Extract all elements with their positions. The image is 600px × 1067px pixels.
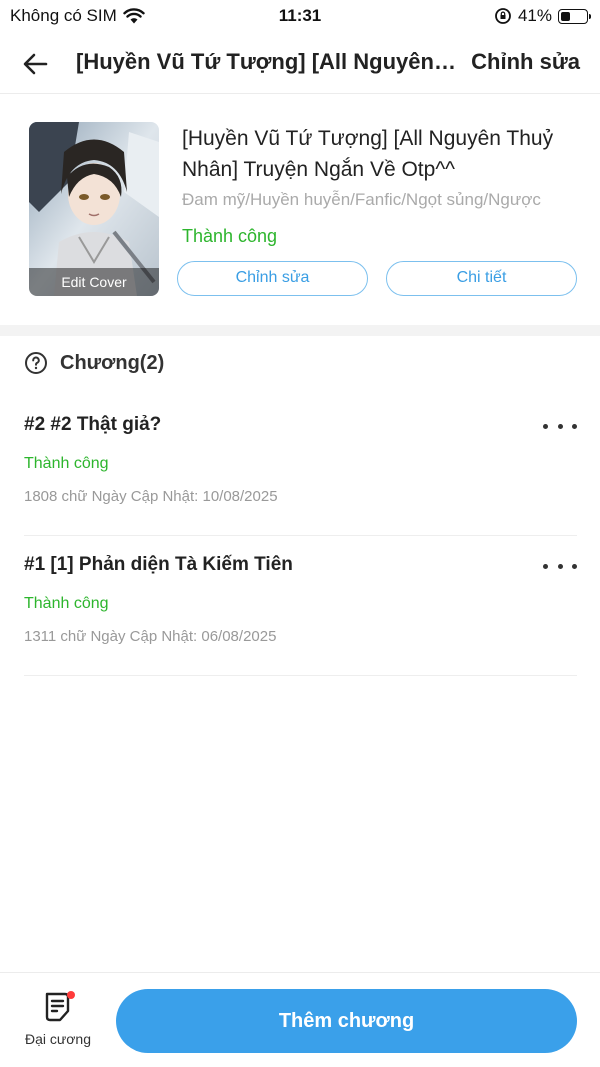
section-divider <box>0 325 600 336</box>
more-options-icon[interactable] <box>543 416 577 436</box>
add-chapter-button[interactable]: Thêm chương <box>116 989 577 1053</box>
more-options-icon[interactable] <box>543 556 577 576</box>
chapter-meta: 1808 chữ Ngày Cập Nhật: 10/08/2025 <box>24 488 278 505</box>
back-button[interactable] <box>20 48 52 80</box>
chapter-status: Thành công <box>24 595 109 612</box>
outline-label: Đại cương <box>24 1031 92 1047</box>
notification-dot <box>67 991 75 999</box>
status-right: 41% <box>494 6 591 26</box>
outline-button[interactable]: Đại cương <box>20 991 96 1047</box>
chapter-title: #1 [1] Phản diện Tà Kiếm Tiên <box>24 554 293 575</box>
status-bar: Không có SIM 11:31 41% <box>0 0 600 34</box>
outline-icon-wrap <box>43 991 75 1023</box>
nav-bar: [Huyền Vũ Tứ Tượng] [All Nguyên Thuỷ Nhâ… <box>0 34 600 94</box>
chapter-meta: 1311 chữ Ngày Cập Nhật: 06/08/2025 <box>24 628 277 645</box>
chapter-status: Thành công <box>24 455 109 472</box>
chapters-header: Chương(2) <box>24 351 164 375</box>
chapters-count: Chương(2) <box>60 351 165 374</box>
book-status: Thành công <box>182 226 278 246</box>
bottom-bar: Đại cương Thêm chương <box>0 972 600 1067</box>
battery-fill <box>561 11 571 21</box>
question-circle-icon[interactable] <box>24 351 48 375</box>
chapter-item[interactable]: #1 [1] Phản diện Tà Kiếm Tiên Thành công… <box>24 536 577 676</box>
rotation-lock-icon <box>495 8 511 24</box>
chapter-item[interactable]: #2 #2 Thật giả? Thành công 1808 chữ Ngày… <box>24 396 577 536</box>
battery-percent: 41% <box>517 6 552 25</box>
book-cover[interactable]: Edit Cover <box>29 122 159 296</box>
chapter-title: #2 #2 Thật giả? <box>24 414 162 435</box>
detail-button[interactable]: Chi tiết <box>386 261 577 296</box>
book-title: [Huyền Vũ Tứ Tượng] [All Nguyên Thuỷ Nhâ… <box>182 127 554 181</box>
book-header: Edit Cover [Huyền Vũ Tứ Tượng] [All Nguy… <box>0 95 600 325</box>
page-title: [Huyền Vũ Tứ Tượng] [All Nguyên Thuỷ Nhâ… <box>76 49 456 74</box>
edit-cover-label: Edit Cover <box>29 268 159 296</box>
battery-icon <box>558 8 591 24</box>
edit-button[interactable]: Chỉnh sửa <box>177 261 368 296</box>
arrow-left-icon <box>23 53 48 75</box>
book-genres: Đam mỹ/Huyền huyễn/Fanfic/Ngọt sủng/Ngượ… <box>182 190 541 209</box>
edit-story-link[interactable]: Chỉnh sửa <box>471 49 580 75</box>
